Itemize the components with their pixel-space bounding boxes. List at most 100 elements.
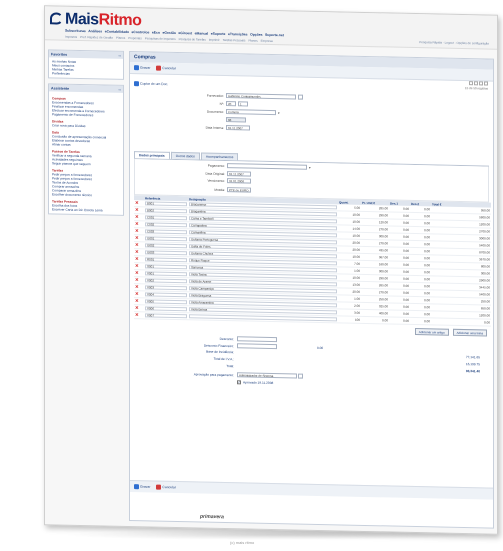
add-article-button[interactable]: Adicionar um artigo (414, 328, 449, 336)
app-screenshot: MaisRitmo Subscrituras Análises eContabi… (44, 5, 498, 535)
menu-item[interactable]: Suporte.net (265, 33, 284, 37)
delete-row-icon[interactable]: ✕ (135, 312, 139, 317)
delete-row-icon[interactable]: ✕ (135, 291, 139, 296)
cell-value: G003 (145, 250, 187, 256)
delete-row-icon[interactable]: ✕ (135, 284, 139, 289)
submenu-item[interactable]: Planos (116, 36, 125, 40)
date-field[interactable]: 01.11.2007 (226, 125, 250, 131)
cell-value: 14.00 (352, 226, 360, 231)
cell-value: G001 (145, 236, 187, 242)
collapse-icon[interactable]: ▫▫ (118, 87, 121, 91)
due-date-field[interactable]: 31.01.2008 (227, 178, 251, 184)
delete-row-icon[interactable]: ✕ (135, 256, 139, 261)
favorite-item[interactable]: Preferências (52, 71, 120, 76)
delete-row-icon[interactable]: ✕ (135, 305, 139, 310)
menu-item[interactable]: eControlos (132, 30, 150, 34)
submenu-item[interactable]: Planos (248, 39, 257, 43)
cancel-button[interactable]: Cancelar (156, 65, 176, 71)
save-label: Gravar (140, 65, 151, 70)
cell-value: 300.00 (378, 234, 388, 239)
cell-value: 950.00 (480, 208, 490, 213)
add-line-button[interactable]: Adicionar uma linha (452, 328, 487, 337)
discount1-cell[interactable]: 0.00 (389, 316, 410, 325)
tab-acompanhamentos[interactable]: Acompanhamentos (200, 152, 239, 161)
assistant-item[interactable]: Pagamento de Fornecedores (52, 112, 120, 117)
menu-item[interactable]: eTransições (228, 32, 248, 36)
delete-row-icon[interactable]: ✕ (135, 263, 139, 268)
submenu-item[interactable]: Empresa (261, 39, 273, 43)
delete-row-icon[interactable]: ✕ (135, 221, 139, 226)
number-field[interactable]: 20 (226, 101, 236, 107)
delete-row-icon[interactable]: ✕ (135, 207, 139, 212)
delete-row-icon[interactable]: ✕ (135, 249, 139, 254)
reference-cell[interactable]: V007 (144, 311, 188, 320)
submenu-item[interactable]: Propostas (128, 36, 142, 40)
submenu-item[interactable]: Pref. Rapidez de Gestão (80, 35, 113, 40)
next-page-icon[interactable] (479, 81, 483, 86)
brand-logo[interactable]: MaisRitmo (65, 11, 141, 31)
cell-value: 10.00 (352, 275, 360, 280)
delete-row-icon[interactable]: ✕ (135, 214, 139, 219)
menu-item[interactable]: eSuporte (211, 32, 226, 36)
currency-field[interactable]: PTE ou EURO (227, 187, 251, 193)
submenu-item[interactable]: Tarefas Pessoais (223, 38, 246, 42)
cancel-button-bottom[interactable]: Cancelar (156, 484, 176, 490)
number2-field[interactable]: 1 (238, 101, 248, 107)
supplier-lookup-icon[interactable]: … (298, 94, 303, 100)
menu-item[interactable]: Análises (88, 29, 102, 33)
payment-select[interactable] (227, 163, 307, 170)
top-links[interactable]: Pesquisa Rápida · Logout · Opções de con… (419, 40, 489, 45)
approval-field[interactable]: Administrador de Sistema (237, 372, 297, 379)
collapse-icon[interactable]: ▫▫ (118, 53, 121, 57)
delete-row-icon[interactable]: ✕ (135, 242, 139, 247)
menu-item[interactable]: eGiroest (178, 31, 192, 35)
menu-item[interactable]: eEco (152, 31, 160, 35)
tab-outros-dados[interactable]: Outros dados (170, 151, 200, 160)
menu-item[interactable]: eContabilidade (105, 30, 129, 35)
assistant-item[interactable]: Escrever Carta ao Dir. Escola Leiria (52, 207, 120, 212)
last-page-icon[interactable] (484, 81, 488, 86)
submenu-item[interactable]: Pesquisas de impostos (145, 36, 176, 41)
submenu-item[interactable]: Pesquisa de Tarefas (179, 37, 206, 42)
submenu-item[interactable]: Impostos (65, 35, 77, 39)
prev-page-icon[interactable] (474, 81, 478, 86)
assistant-item[interactable]: Escolher documento técnico (52, 192, 120, 197)
unit-price-cell[interactable]: 0.00 (361, 316, 389, 324)
delete-row-icon[interactable]: ✕ (135, 277, 139, 282)
delete-row-icon[interactable]: ✕ (135, 200, 139, 205)
approved-checkbox[interactable]: ✓ (237, 380, 241, 385)
first-page-icon[interactable] (469, 81, 473, 86)
assistant-item[interactable]: Seguir passos que seguem (52, 161, 120, 166)
delete-row-icon[interactable]: ✕ (135, 270, 139, 275)
menu-item[interactable]: Opções (250, 33, 262, 37)
discount-field[interactable] (237, 336, 277, 343)
delete-row-icon[interactable]: ✕ (135, 235, 139, 240)
menu-item[interactable]: eManual (195, 31, 209, 35)
assistant-item[interactable]: Afinar contas (52, 142, 120, 147)
cell-value: V005 (145, 299, 187, 305)
total-cell[interactable]: 0.00 (431, 317, 491, 327)
chevron-down-icon[interactable]: ▾ (278, 111, 280, 115)
supplier-field[interactable]: Gabinete Contramundos (226, 93, 296, 100)
cell-value: V007 (145, 313, 187, 319)
sidebar: Favoritos ▫▫ As minhas Notas Meus contact… (48, 49, 124, 221)
delete-row-icon[interactable]: ✕ (135, 228, 139, 233)
footer-logo: primavera (200, 513, 224, 521)
delete-row-icon[interactable]: ✕ (135, 298, 139, 303)
document-select[interactable]: Compra (226, 109, 276, 116)
menu-item[interactable]: Subscrituras (65, 29, 86, 33)
quantity-cell[interactable]: 100 (338, 315, 361, 324)
financial-discount-field[interactable] (237, 343, 277, 350)
save-button[interactable]: Gravar (134, 65, 151, 71)
original-date-field[interactable]: 01.11.2007 (227, 171, 251, 177)
submenu-item[interactable]: Imprimir (209, 38, 220, 42)
menu-item[interactable]: eGestão (163, 31, 176, 35)
chevron-down-icon[interactable]: ▾ (309, 165, 311, 169)
discount2-cell[interactable]: 0.00 (410, 317, 431, 325)
tab-dados-principais[interactable]: Dados principais (134, 151, 170, 159)
main-panel: Compras Gravar Cancelar 15 de 50 registo… (129, 51, 494, 529)
totals-panel: Desconto: Desconto Financeiro: 0.00 Base… (130, 332, 493, 412)
approval-lookup-icon[interactable]: … (298, 373, 303, 379)
assistant-item[interactable]: Criar nova para Dívidas (52, 123, 120, 128)
save-button-bottom[interactable]: Gravar (134, 484, 150, 490)
